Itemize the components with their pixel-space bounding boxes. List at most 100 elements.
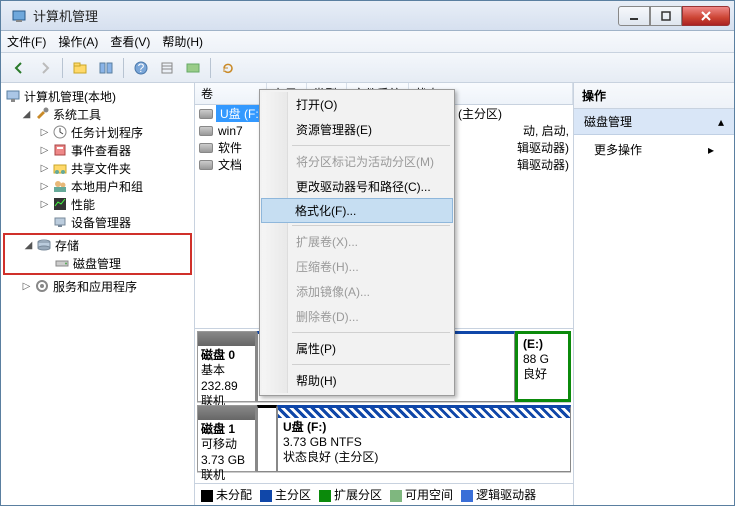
partition-unalloc[interactable] <box>257 405 277 472</box>
menu-mark-active[interactable]: 将分区标记为活动分区(M) <box>262 149 452 174</box>
expander-blank <box>41 258 52 269</box>
main-content: 卷 布局 类型 文件系统 状态 U盘 (F:) 简单 基本 NTFS 状态良好 … <box>195 83 574 505</box>
volume-icon <box>199 143 213 153</box>
menu-separator <box>292 145 450 146</box>
list-button[interactable] <box>155 56 179 80</box>
menu-shrink[interactable]: 压缩卷(H)... <box>262 254 452 279</box>
tree-disk-management[interactable]: 磁盘管理 <box>5 254 190 272</box>
expander-icon[interactable]: ◢ <box>23 240 34 251</box>
refresh-button[interactable] <box>216 56 240 80</box>
separator <box>62 58 63 78</box>
menu-properties[interactable]: 属性(P) <box>262 336 452 361</box>
actions-more-label: 更多操作 <box>594 141 642 158</box>
tree-storage[interactable]: ◢ 存储 <box>5 236 190 254</box>
menu-mirror[interactable]: 添加镜像(A)... <box>262 279 452 304</box>
expander-icon[interactable]: ▷ <box>39 199 50 210</box>
disk-info: 磁盘 1 可移动 3.73 GB 联机 <box>197 405 257 472</box>
separator <box>123 58 124 78</box>
panes-button[interactable] <box>94 56 118 80</box>
expander-icon[interactable]: ▷ <box>21 281 32 292</box>
menu-action[interactable]: 操作(A) <box>58 33 98 50</box>
tree-system-tools[interactable]: ◢ 系统工具 <box>3 105 192 123</box>
menu-delete[interactable]: 删除卷(D)... <box>262 304 452 329</box>
separator <box>210 58 211 78</box>
volume-tail: 动, 启动, <box>523 122 569 139</box>
chevron-right-icon: ▸ <box>708 143 714 157</box>
toolbar: ? <box>1 53 734 83</box>
disk-title: 磁盘 0 <box>201 348 252 364</box>
menu-help[interactable]: 帮助(H) <box>162 33 203 50</box>
app-icon <box>11 8 27 24</box>
menu-help[interactable]: 帮助(H) <box>262 368 452 393</box>
tree-label: 共享文件夹 <box>71 160 131 177</box>
back-button[interactable] <box>7 56 31 80</box>
col-volume[interactable]: 卷 <box>195 83 267 104</box>
tree-services[interactable]: ▷ 服务和应用程序 <box>3 277 192 295</box>
menu-explorer[interactable]: 资源管理器(E) <box>262 117 452 142</box>
tree-shared-folders[interactable]: ▷ 共享文件夹 <box>3 159 192 177</box>
tree-device-manager[interactable]: 设备管理器 <box>3 213 192 231</box>
legend-free: 可用空间 <box>390 486 453 503</box>
forward-button[interactable] <box>33 56 57 80</box>
partition-f[interactable]: U盘 (F:) 3.73 GB NTFS 状态良好 (主分区) <box>277 405 571 472</box>
titlebar[interactable]: 计算机管理 <box>1 1 734 31</box>
legend-primary: 主分区 <box>260 486 311 503</box>
menu-separator <box>292 225 450 226</box>
disk-size: 232.89 <box>201 379 252 395</box>
device-icon <box>52 214 68 230</box>
part-label: U盘 (F:) <box>283 420 565 435</box>
volume-tail: 辑驱动器) <box>517 139 569 156</box>
expander-icon[interactable]: ▷ <box>39 145 50 156</box>
partition-e[interactable]: (E:) 88 G 良好 <box>515 331 571 402</box>
disk-state: 联机 <box>201 468 252 483</box>
disk-header-icon <box>198 332 255 346</box>
actions-section-label: 磁盘管理 <box>584 113 632 130</box>
disk-partitions: U盘 (F:) 3.73 GB NTFS 状态良好 (主分区) <box>257 405 571 472</box>
tree-root[interactable]: 计算机管理(本地) <box>3 87 192 105</box>
part-label: (E:) <box>523 337 563 352</box>
storage-icon <box>36 237 52 253</box>
legend-logical: 逻辑驱动器 <box>461 486 536 503</box>
window-controls <box>618 6 730 26</box>
services-icon <box>34 278 50 294</box>
tree-local-users[interactable]: ▷ 本地用户和组 <box>3 177 192 195</box>
menu-open[interactable]: 打开(O) <box>262 92 452 117</box>
users-icon <box>52 178 68 194</box>
actions-more[interactable]: 更多操作 ▸ <box>574 135 734 164</box>
tree-performance[interactable]: ▷ 性能 <box>3 195 192 213</box>
disk-kind: 基本 <box>201 363 252 379</box>
navigation-tree[interactable]: 计算机管理(本地) ◢ 系统工具 ▷ 任务计划程序 ▷ 事件查看器 ▷ 共享文件… <box>1 83 195 505</box>
legend: 未分配 主分区 扩展分区 可用空间 逻辑驱动器 <box>195 483 573 505</box>
menu-change-letter[interactable]: 更改驱动器号和路径(C)... <box>262 174 452 199</box>
menu-view[interactable]: 查看(V) <box>110 33 150 50</box>
expander-icon[interactable]: ◢ <box>21 109 32 120</box>
disk-title: 磁盘 1 <box>201 422 252 438</box>
expander-icon[interactable]: ▷ <box>39 163 50 174</box>
menu-file[interactable]: 文件(F) <box>7 33 46 50</box>
volume-name: 文档 <box>216 156 244 173</box>
close-button[interactable] <box>682 6 730 26</box>
actions-pane: 操作 磁盘管理 ▴ 更多操作 ▸ <box>574 83 734 505</box>
volume-icon <box>199 126 213 136</box>
menu-format[interactable]: 格式化(F)... <box>261 198 453 223</box>
maximize-button[interactable] <box>650 6 682 26</box>
tree-event-viewer[interactable]: ▷ 事件查看器 <box>3 141 192 159</box>
menu-extend[interactable]: 扩展卷(X)... <box>262 229 452 254</box>
menu-separator <box>292 364 450 365</box>
partition-selected-hatch <box>278 408 570 418</box>
expander-icon[interactable]: ▷ <box>39 127 50 138</box>
disk-row-1[interactable]: 磁盘 1 可移动 3.73 GB 联机 U盘 (F:) 3.73 GB NTFS… <box>197 405 571 473</box>
expander-icon[interactable]: ▷ <box>39 181 50 192</box>
minimize-button[interactable] <box>618 6 650 26</box>
view-button[interactable] <box>181 56 205 80</box>
tree-label: 计算机管理(本地) <box>24 88 116 105</box>
disk-kind: 可移动 <box>201 437 252 453</box>
tree-task-scheduler[interactable]: ▷ 任务计划程序 <box>3 123 192 141</box>
help-button[interactable]: ? <box>129 56 153 80</box>
tree-label: 存储 <box>55 237 79 254</box>
actions-title: 操作 <box>574 83 734 109</box>
window-title: 计算机管理 <box>33 6 618 25</box>
computer-management-window: 计算机管理 文件(F) 操作(A) 查看(V) 帮助(H) ? 计算机管理(本地… <box>0 0 735 506</box>
folder-button[interactable] <box>68 56 92 80</box>
actions-section[interactable]: 磁盘管理 ▴ <box>574 109 734 135</box>
